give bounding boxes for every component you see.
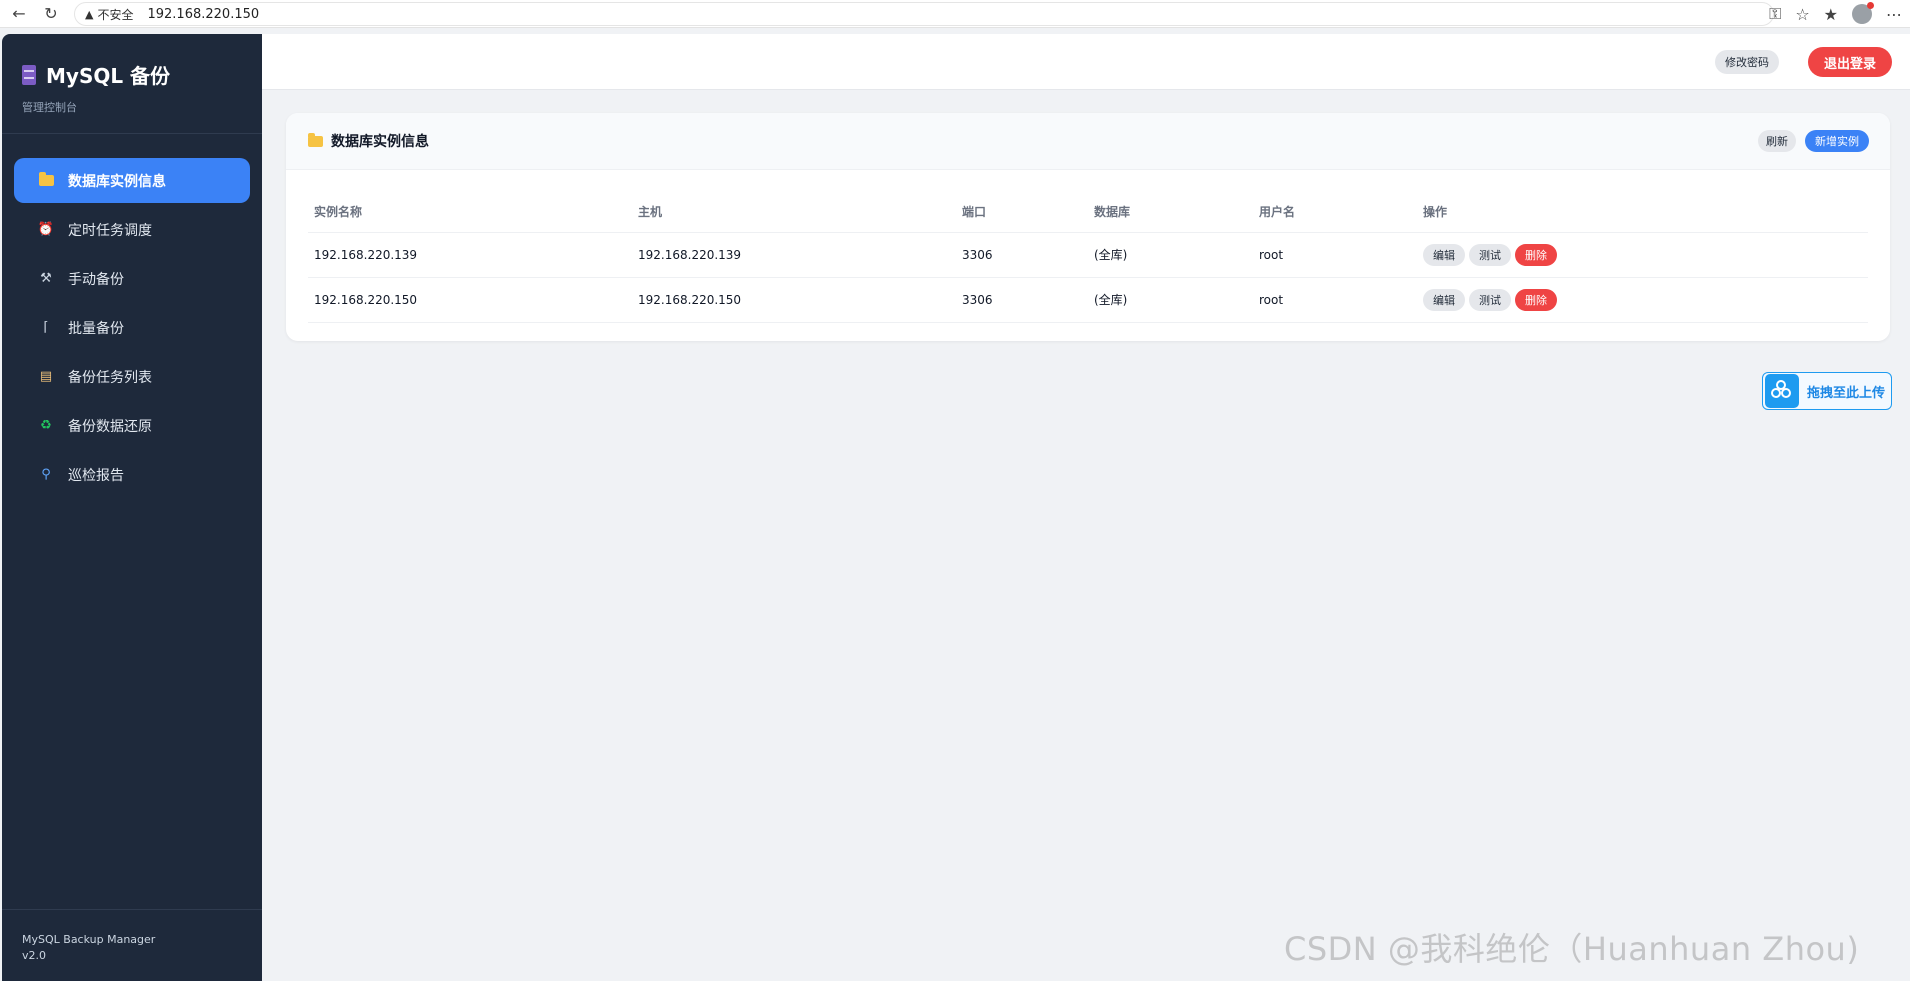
alarm-clock-icon: ⏰ <box>37 222 55 237</box>
address-bar[interactable]: ▲ 不安全 192.168.220.150 <box>74 2 1774 26</box>
column-header: 主机 <box>632 192 956 233</box>
cloud-upload-icon <box>1765 374 1799 408</box>
brand-title-row: MySQL 备份 <box>22 60 242 89</box>
table-row: 192.168.220.139 192.168.220.139 3306 (全库… <box>308 232 1868 278</box>
sidebar-menu: 数据库实例信息 ⏰ 定时任务调度 ⚒ 手动备份 ⌈ 批量备份 ▤ 备份任务列表 … <box>2 134 262 497</box>
folder-icon <box>38 172 54 189</box>
sidebar-item-label: 数据库实例信息 <box>68 173 166 190</box>
instance-host: 192.168.220.150 <box>632 277 956 323</box>
browser-actions: ⚿ ☆ ★ ⋯ <box>1769 2 1902 26</box>
reload-icon[interactable]: ↻ <box>38 2 64 26</box>
more-menu-icon[interactable]: ⋯ <box>1886 5 1902 24</box>
table-header-row: 实例名称 主机 端口 数据库 用户名 操作 <box>308 192 1868 233</box>
row-actions-group: 编辑 测试 删除 <box>1423 288 1868 311</box>
sidebar-item-label: 批量备份 <box>68 320 124 337</box>
row-actions: 编辑 测试 删除 <box>1417 277 1868 323</box>
back-arrow-icon[interactable]: ← <box>6 2 32 26</box>
star-icon[interactable]: ☆ <box>1795 5 1809 24</box>
delete-button[interactable]: 删除 <box>1515 288 1557 311</box>
sidebar-item-manual-backup[interactable]: ⚒ 手动备份 <box>14 256 250 301</box>
column-header: 操作 <box>1417 192 1868 233</box>
sidebar-item-inspection[interactable]: ⚲ 巡检报告 <box>14 452 250 497</box>
instance-database: (全库) <box>1088 277 1253 323</box>
sidebar-item-label: 定时任务调度 <box>68 222 152 239</box>
instance-host: 192.168.220.139 <box>632 232 956 278</box>
row-actions: 编辑 测试 删除 <box>1417 232 1868 278</box>
instances-card: 数据库实例信息 刷新 新增实例 实例名称 主机 端口 数据库 用户名 操作 19… <box>286 113 1890 341</box>
column-header: 实例名称 <box>308 192 632 233</box>
sidebar-item-label: 备份数据还原 <box>68 418 152 435</box>
edit-button[interactable]: 编辑 <box>1423 243 1465 266</box>
brand: MySQL 备份 管理控制台 <box>2 34 262 134</box>
refresh-button[interactable]: 刷新 <box>1758 130 1796 152</box>
clipboard-icon: ▤ <box>39 369 53 384</box>
instances-table: 实例名称 主机 端口 数据库 用户名 操作 192.168.220.139 19… <box>308 192 1868 323</box>
table-row: 192.168.220.150 192.168.220.150 3306 (全库… <box>308 277 1868 323</box>
folder-icon <box>308 132 323 147</box>
profile-avatar-icon[interactable] <box>1852 2 1874 24</box>
sidebar-item-restore[interactable]: ♻ 备份数据还原 <box>14 403 250 448</box>
upload-label: 拖拽至此上传 <box>1807 385 1886 401</box>
test-button[interactable]: 测试 <box>1469 288 1511 311</box>
sidebar-item-batch-backup[interactable]: ⌈ 批量备份 <box>14 305 250 350</box>
sidebar-item-instances[interactable]: 数据库实例信息 <box>14 158 250 203</box>
paperclip-icon: ⌈ <box>43 320 49 335</box>
card-header: 数据库实例信息 刷新 新增实例 <box>286 113 1890 170</box>
database-icon <box>22 64 36 85</box>
sidebar-item-label: 备份任务列表 <box>68 369 152 386</box>
favorites-icon[interactable]: ★ <box>1824 5 1838 24</box>
security-label[interactable]: 不安全 <box>97 6 133 23</box>
instance-user: root <box>1253 232 1417 278</box>
instance-database: (全库) <box>1088 232 1253 278</box>
logout-button[interactable]: 退出登录 <box>1808 47 1893 77</box>
card-title: 数据库实例信息 <box>331 134 429 150</box>
sidebar-item-schedule[interactable]: ⏰ 定时任务调度 <box>14 207 250 252</box>
instance-user: root <box>1253 277 1417 323</box>
column-header: 用户名 <box>1253 192 1417 233</box>
watermark: CSDN @我科绝伦（Huanhuan Zhou) <box>1284 930 1860 968</box>
warning-icon: ▲ <box>85 7 94 21</box>
top-header: 修改密码 退出登录 <box>262 34 1910 90</box>
footer-product-name: MySQL Backup Manager <box>22 933 156 946</box>
instance-port: 3306 <box>956 232 1088 278</box>
browser-toolbar: ← ↻ ▲ 不安全 192.168.220.150 ⚿ ☆ ★ ⋯ <box>0 0 1910 28</box>
url-text[interactable]: 192.168.220.150 <box>147 7 259 22</box>
tools-icon: ⚒ <box>40 271 52 286</box>
card-title-row: 数据库实例信息 <box>308 131 429 151</box>
sidebar-item-label: 手动备份 <box>68 271 124 288</box>
test-button[interactable]: 测试 <box>1469 243 1511 266</box>
instance-port: 3306 <box>956 277 1088 323</box>
magnifier-icon: ⚲ <box>41 467 51 482</box>
edit-button[interactable]: 编辑 <box>1423 288 1465 311</box>
sidebar: MySQL 备份 管理控制台 数据库实例信息 ⏰ 定时任务调度 ⚒ 手动备份 ⌈… <box>2 34 262 981</box>
change-password-button[interactable]: 修改密码 <box>1715 50 1779 74</box>
row-actions-group: 编辑 测试 删除 <box>1423 243 1868 266</box>
footer-version: v2.0 <box>22 949 47 962</box>
column-header: 端口 <box>956 192 1088 233</box>
add-instance-button[interactable]: 新增实例 <box>1805 130 1869 152</box>
column-header: 数据库 <box>1088 192 1253 233</box>
drag-upload-widget[interactable]: 拖拽至此上传 <box>1762 372 1892 410</box>
app-title: MySQL 备份 <box>46 64 171 88</box>
recycle-icon: ♻ <box>40 418 52 433</box>
instance-name: 192.168.220.150 <box>308 277 632 323</box>
instance-name: 192.168.220.139 <box>308 232 632 278</box>
sidebar-footer: MySQL Backup Manager v2.0 <box>2 909 262 981</box>
sidebar-item-label: 巡检报告 <box>68 467 124 484</box>
key-icon[interactable]: ⚿ <box>1769 4 1781 24</box>
delete-button[interactable]: 删除 <box>1515 243 1557 266</box>
sidebar-item-task-list[interactable]: ▤ 备份任务列表 <box>14 354 250 399</box>
app-subtitle: 管理控制台 <box>22 101 77 114</box>
